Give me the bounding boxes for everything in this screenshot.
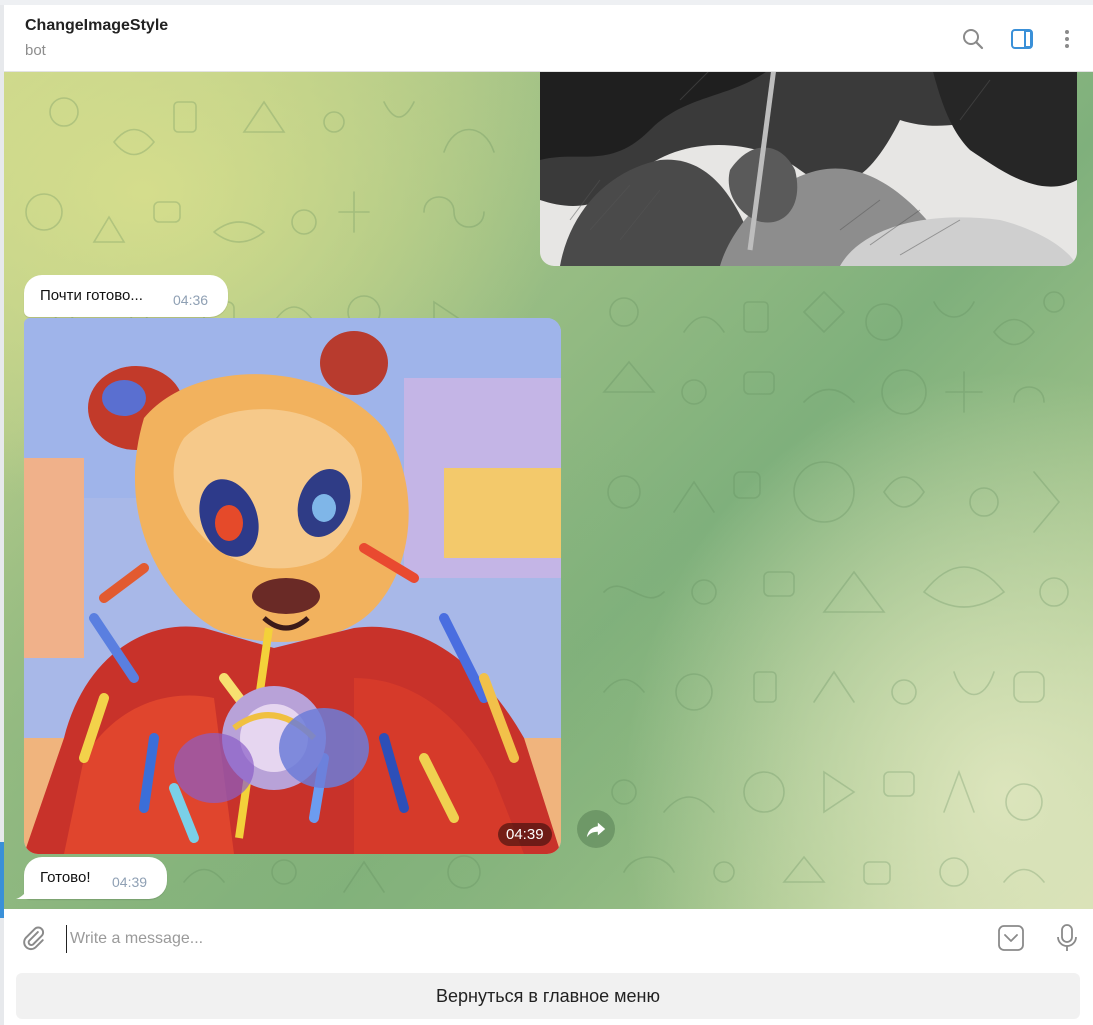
chat-status: bot bbox=[25, 42, 46, 59]
attach-button[interactable] bbox=[18, 923, 48, 953]
telegram-chat-window: ChangeImageStyle bot Почти готово... 04:… bbox=[0, 0, 1093, 1025]
message-bubble-almost-ready[interactable]: Почти готово... 04:36 bbox=[24, 275, 228, 317]
chat-title[interactable]: ChangeImageStyle bbox=[25, 17, 168, 35]
forward-button[interactable] bbox=[577, 810, 615, 848]
paperclip-icon bbox=[23, 926, 45, 951]
more-vertical-icon[interactable] bbox=[1053, 25, 1081, 53]
chat-history[interactable]: Почти готово... 04:36 04:39 Готово! 04:3… bbox=[4, 72, 1093, 909]
styled-panda-photo[interactable]: 04:39 bbox=[24, 318, 561, 854]
main-menu-button[interactable]: Вернуться в главное меню bbox=[16, 973, 1080, 1019]
microphone-icon bbox=[1057, 924, 1077, 951]
sketch-image bbox=[540, 72, 1077, 266]
chat-header: ChangeImageStyle bot bbox=[4, 5, 1093, 72]
photo-time-badge: 04:39 bbox=[498, 823, 552, 846]
message-composer bbox=[4, 909, 1093, 967]
message-text: Почти готово... bbox=[40, 287, 143, 304]
sticker-icon bbox=[998, 925, 1024, 951]
painting-image bbox=[24, 318, 561, 854]
message-input[interactable] bbox=[66, 925, 972, 953]
bubble-tail bbox=[16, 885, 30, 899]
sketch-photo[interactable] bbox=[540, 72, 1077, 266]
sidebar-toggle-icon[interactable] bbox=[1008, 25, 1036, 53]
message-time: 04:36 bbox=[173, 292, 209, 308]
message-bubble-done[interactable]: Готово! 04:39 bbox=[24, 857, 167, 899]
message-time: 04:39 bbox=[112, 874, 148, 890]
forward-icon bbox=[586, 822, 606, 838]
search-icon[interactable] bbox=[959, 25, 987, 53]
voice-record-button[interactable] bbox=[1052, 921, 1082, 955]
bot-keyboard: Вернуться в главное меню bbox=[4, 967, 1093, 1025]
sticker-button[interactable] bbox=[996, 923, 1026, 953]
message-text: Готово! bbox=[40, 869, 91, 886]
